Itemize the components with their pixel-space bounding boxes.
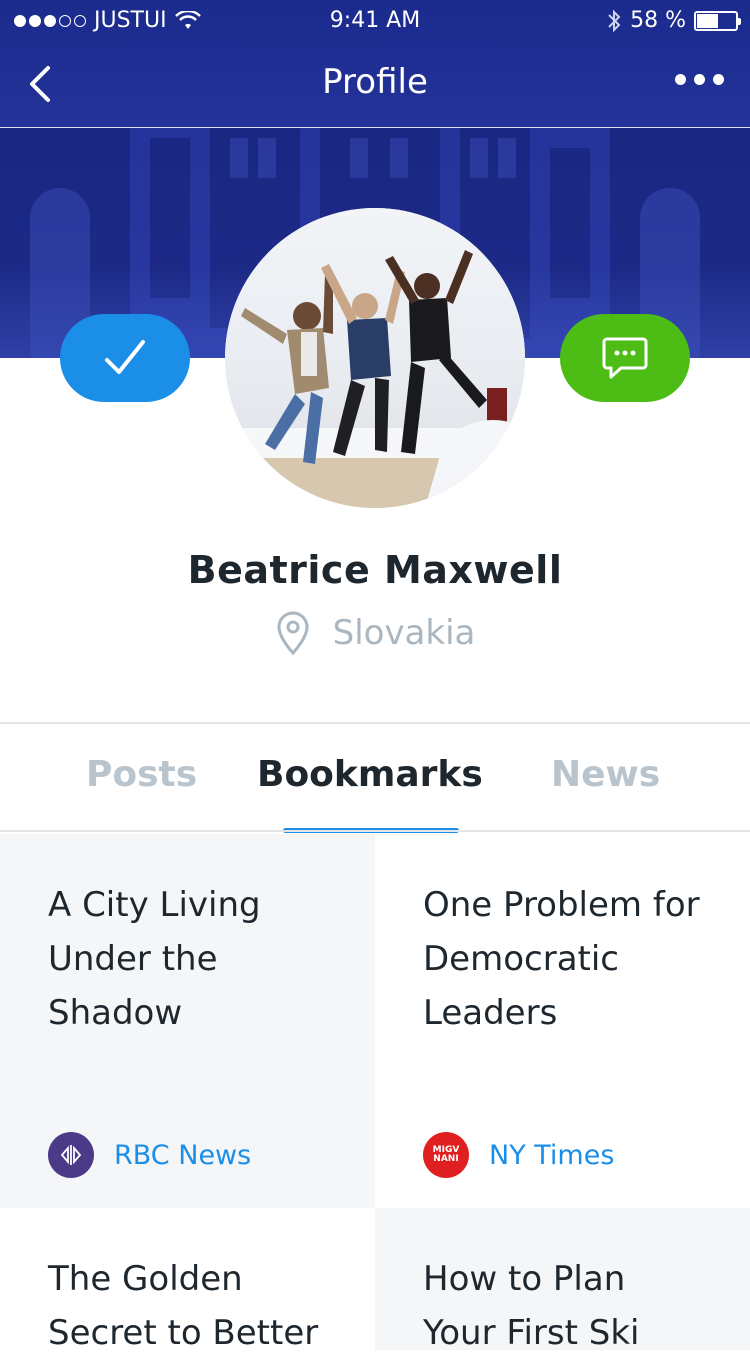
bluetooth-icon (608, 9, 621, 32)
bookmark-card[interactable]: One Problem for Democratic Leaders MIGV … (375, 834, 750, 1208)
bookmark-title: The Golden Secret to Better (48, 1259, 319, 1353)
bookmark-title: A City Living Under the Shadow (48, 885, 261, 1033)
follow-check-button[interactable] (60, 314, 190, 402)
source-name: RBC News (114, 1139, 252, 1171)
location-text: Slovakia (332, 613, 476, 653)
battery-icon (694, 10, 741, 31)
tab-posts[interactable]: Posts (86, 754, 197, 795)
profile-tabs: Posts Bookmarks News (0, 724, 750, 833)
battery-percent: 58 % (630, 8, 686, 33)
tab-bookmarks[interactable]: Bookmarks (257, 754, 483, 795)
location-pin-icon (277, 611, 309, 656)
nav-bar: Profile (0, 40, 750, 128)
bookmark-source[interactable]: MIGV NANI NY Times (423, 1132, 614, 1178)
bookmark-title: One Problem for Democratic Leaders (423, 885, 700, 1033)
bookmark-source[interactable]: RBC News (48, 1132, 251, 1178)
ny-times-logo-icon: MIGV NANI (423, 1132, 469, 1178)
logo-text: MIGV NANI (432, 1145, 460, 1164)
avatar[interactable] (225, 208, 525, 508)
checkmark-icon (105, 340, 145, 374)
message-button[interactable] (560, 314, 690, 402)
profile-name: Beatrice Maxwell (187, 548, 563, 592)
bookmarks-grid: A City Living Under the Shadow RBC News … (0, 832, 750, 1353)
bookmark-card[interactable]: How to Plan Your First Ski (375, 1208, 750, 1353)
page-title: Profile (322, 62, 428, 102)
tab-news[interactable]: News (551, 754, 660, 795)
status-bar: JUSTUI 9:41 AM 58 % (0, 0, 750, 40)
bookmark-title: How to Plan Your First Ski (423, 1259, 640, 1353)
bookmark-card[interactable]: The Golden Secret to Better (0, 1208, 375, 1353)
profile-photo (225, 208, 525, 508)
source-name: NY Times (489, 1139, 615, 1171)
more-options-icon[interactable] (675, 74, 724, 85)
rbc-news-logo-icon (48, 1132, 94, 1178)
chat-bubble-icon (602, 337, 648, 379)
profile-location: Slovakia (0, 610, 750, 656)
bookmark-card[interactable]: A City Living Under the Shadow RBC News (0, 834, 375, 1208)
